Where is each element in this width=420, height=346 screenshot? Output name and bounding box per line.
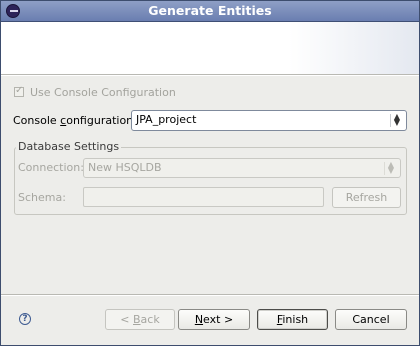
- connection-label: Connection:: [18, 161, 84, 174]
- title-bar[interactable]: Generate Entities: [1, 1, 419, 22]
- use-console-config-label: Use Console Configuration: [30, 86, 176, 99]
- console-config-value: JPA_project: [136, 113, 197, 126]
- up-down-arrows-icon: ▲ ▼: [390, 113, 403, 127]
- console-config-combo[interactable]: JPA_project ▲ ▼: [131, 110, 407, 131]
- database-settings-title: Database Settings: [16, 140, 122, 153]
- finish-button[interactable]: Finish: [257, 309, 328, 330]
- up-down-arrows-icon: ▲ ▼: [384, 161, 397, 175]
- window-title: Generate Entities: [148, 3, 272, 18]
- refresh-button[interactable]: Refresh: [332, 187, 401, 208]
- button-bar-separator: [1, 294, 419, 296]
- schema-field[interactable]: [83, 187, 324, 207]
- help-icon[interactable]: ?: [19, 313, 31, 325]
- console-config-label: Console configuration:: [13, 114, 137, 127]
- schema-label: Schema:: [18, 191, 66, 204]
- banner-shade: [289, 22, 419, 74]
- cancel-button[interactable]: Cancel: [335, 309, 407, 330]
- generate-entities-dialog: Generate Entities Use Console Configurat…: [0, 0, 420, 346]
- use-console-config-checkbox[interactable]: [14, 85, 24, 97]
- connection-value: New HSQLDB: [88, 161, 162, 174]
- back-button[interactable]: < Back: [105, 309, 175, 330]
- banner-separator: [1, 74, 419, 76]
- connection-combo[interactable]: New HSQLDB ▲ ▼: [83, 158, 401, 178]
- next-button[interactable]: Next >: [178, 309, 250, 330]
